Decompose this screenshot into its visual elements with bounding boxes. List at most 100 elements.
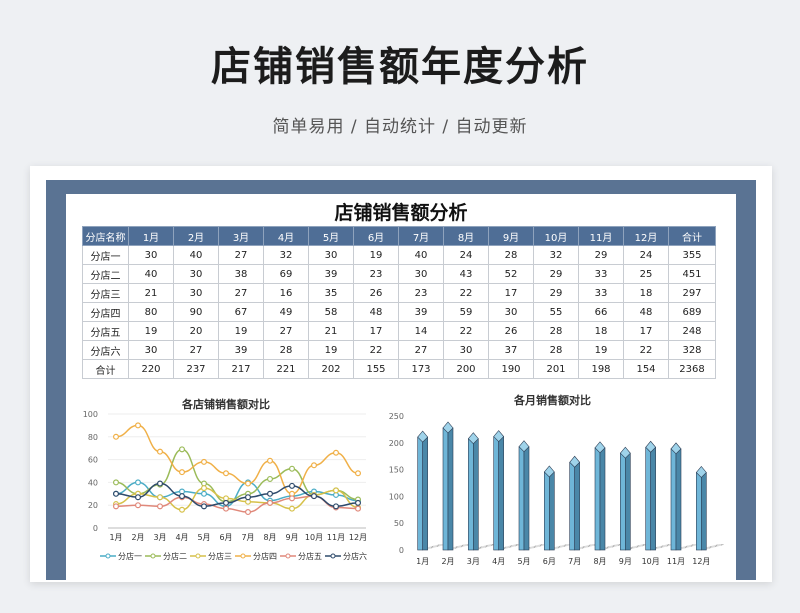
column-header: 4月 [263, 226, 309, 246]
data-point [289, 465, 296, 472]
legend-marker [240, 553, 246, 559]
data-point [311, 462, 318, 469]
table-cell: 29 [578, 245, 624, 265]
table-cell: 67 [218, 302, 264, 322]
y-tick-label: 100 [83, 410, 98, 419]
bar-side [675, 448, 682, 551]
legend-label: 分店二 [163, 551, 187, 561]
y-tick-label: 50 [394, 519, 404, 528]
column-header: 6月 [353, 226, 399, 246]
column-header: 1月 [128, 226, 174, 246]
legend-marker [195, 553, 201, 559]
table-cell: 22 [443, 283, 489, 303]
bar [442, 427, 449, 551]
table-cell: 39 [398, 302, 444, 322]
table-cell: 220 [128, 359, 174, 379]
table-cell: 27 [218, 245, 264, 265]
table-cell: 19 [353, 245, 399, 265]
table-cell: 26 [353, 283, 399, 303]
table-cell: 35 [308, 283, 354, 303]
x-tick-label: 8月 [263, 533, 276, 542]
column-header: 2月 [173, 226, 219, 246]
row-total: 297 [668, 283, 716, 303]
data-point [178, 469, 185, 476]
legend-label: 分店三 [208, 551, 232, 561]
table-cell: 90 [173, 302, 219, 322]
x-tick-label: 4月 [175, 533, 188, 542]
row-total: 451 [668, 264, 716, 284]
table-cell: 22 [443, 321, 489, 341]
table-cell: 19 [578, 340, 624, 360]
table-cell: 39 [218, 340, 264, 360]
table-cell: 30 [173, 283, 219, 303]
y-tick-label: 40 [88, 478, 98, 487]
table-cell: 43 [443, 264, 489, 284]
table-cell: 217 [218, 359, 264, 379]
bar [620, 452, 626, 551]
bar [645, 446, 651, 551]
data-point [156, 494, 163, 501]
x-tick-label: 11月 [667, 557, 685, 566]
table-cell: 30 [128, 340, 174, 360]
row-total: 248 [668, 321, 716, 341]
x-tick-label: 1月 [416, 557, 429, 566]
table-cell: 23 [398, 283, 444, 303]
table-cell: 21 [308, 321, 354, 341]
legend-marker [330, 553, 336, 559]
y-tick-label: 100 [389, 492, 404, 501]
table-cell: 27 [398, 340, 444, 360]
data-point [112, 479, 119, 486]
page-subtitle: 简单易用 / 自动统计 / 自动更新 [272, 117, 528, 137]
table-row: 分店五 19 20 19 27 21 17 14 22 26 28 18 17 248 [82, 321, 716, 341]
table-cell: 190 [488, 359, 534, 379]
sales-table: 分店名称 1月 2月 3月 4月 5月 6月 7月 8月 9月 10月 11月 12月 合计 分店一 30 4… [82, 226, 716, 379]
table-cell: 37 [488, 340, 534, 360]
table-cell: 58 [308, 302, 354, 322]
table-cell: 14 [398, 321, 444, 341]
table-cell: 26 [488, 321, 534, 341]
x-tick-label: 9月 [619, 557, 632, 566]
row-label: 分店四 [82, 302, 129, 322]
table-cell: 33 [578, 264, 624, 284]
table-cell: 38 [218, 264, 264, 284]
bar-side [523, 446, 530, 551]
table-cell: 27 [263, 321, 309, 341]
legend-marker [285, 553, 291, 559]
row-label: 分店五 [82, 321, 129, 341]
table-row: 分店一 30 40 27 32 30 19 40 24 28 32 29 24 355 [82, 245, 716, 265]
data-point [134, 479, 141, 486]
table-cell: 17 [353, 321, 399, 341]
data-point [134, 502, 141, 509]
row-label: 分店三 [82, 283, 129, 303]
bar [569, 461, 575, 551]
table-cell: 22 [353, 340, 399, 360]
table-cell: 27 [218, 283, 264, 303]
x-tick-label: 2月 [131, 533, 144, 542]
bar [544, 471, 550, 551]
legend-label: 分店一 [118, 551, 142, 561]
table-cell: 32 [533, 245, 579, 265]
table-cell: 80 [128, 302, 174, 322]
table-cell: 24 [623, 245, 669, 265]
data-point [333, 449, 340, 456]
x-tick-label: 6月 [543, 557, 556, 566]
bar-side [625, 452, 631, 551]
bar [670, 448, 677, 551]
table-cell: 221 [263, 359, 309, 379]
data-point [223, 505, 230, 512]
data-point [333, 487, 340, 494]
row-label: 分店二 [82, 264, 129, 284]
bar [468, 438, 474, 551]
table-cell: 19 [128, 321, 174, 341]
x-tick-label: 12月 [692, 557, 710, 566]
bar [417, 436, 423, 551]
bar-side [498, 436, 504, 551]
row-label: 分店一 [82, 245, 129, 265]
row-label: 分店六 [82, 340, 129, 360]
x-tick-label: 5月 [197, 533, 210, 542]
bar-side [422, 436, 428, 551]
bar-side [549, 471, 555, 551]
table-row: 分店二 40 30 38 69 39 23 30 43 52 29 33 25 451 [82, 264, 716, 284]
x-tick-label: 8月 [593, 557, 606, 566]
data-point [134, 494, 141, 501]
